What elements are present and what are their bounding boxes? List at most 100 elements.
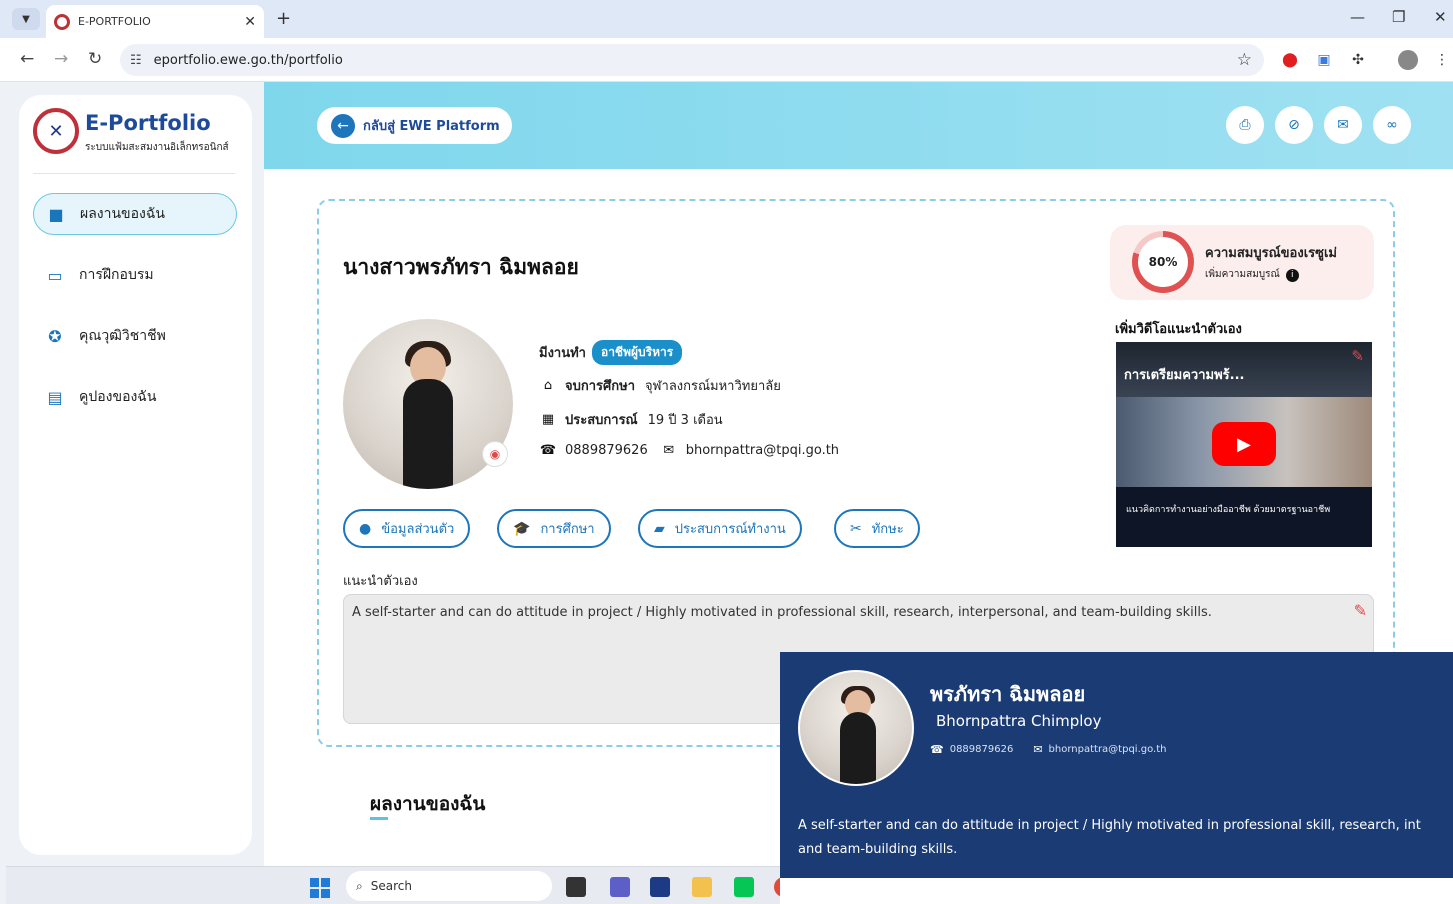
file-explorer-icon[interactable] bbox=[692, 877, 712, 897]
contact-row: ☎ 0889879626 ✉ bhornpattra@tpqi.go.th bbox=[539, 443, 839, 458]
email-value: bhornpattra@tpqi.go.th bbox=[685, 443, 840, 458]
sidebar-item-label: คุณวุฒิวิชาชีพ bbox=[79, 328, 166, 344]
tab-education[interactable]: 🎓 การศึกษา bbox=[497, 509, 611, 548]
experience-row: ▦ ประสบการณ์ 19 ปี 3 เดือน bbox=[539, 409, 723, 430]
sidebar-item-label: คูปองของฉัน bbox=[79, 389, 157, 405]
search-icon: ⌕ bbox=[356, 878, 363, 893]
taskbar-search[interactable]: ⌕ Search bbox=[346, 871, 552, 901]
building-icon: ▦ bbox=[541, 412, 555, 427]
arrow-left-icon: ← bbox=[331, 113, 355, 138]
tab-label: ข้อมูลส่วนตัว bbox=[381, 522, 455, 537]
opera-extension-icon[interactable]: ⬤ bbox=[1280, 50, 1300, 70]
school-icon: ⌂ bbox=[543, 378, 553, 393]
phone-icon: ☎ bbox=[930, 743, 944, 756]
video-caption: การเตรียมความพร้... bbox=[1124, 368, 1245, 383]
avatar-body bbox=[840, 712, 876, 784]
intro-label: แนะนำตัวเอง bbox=[343, 574, 418, 589]
header-band: ← กลับสู่ EWE Platform ⎙ ⊘ ✉ ∞ bbox=[264, 82, 1453, 169]
reload-icon[interactable]: ↻ bbox=[88, 49, 102, 69]
back-to-platform-button[interactable]: ← กลับสู่ EWE Platform bbox=[317, 107, 512, 144]
folder-icon: ■ bbox=[48, 204, 64, 224]
play-icon[interactable]: ▶ bbox=[1212, 422, 1276, 466]
eye-slash-icon[interactable]: ⊘ bbox=[1275, 106, 1313, 144]
restore-button[interactable]: ❐ bbox=[1392, 8, 1405, 26]
briefcase-icon: ▰ bbox=[654, 520, 665, 537]
info-icon[interactable]: i bbox=[1285, 269, 1299, 282]
preview-bio-line1: A self-starter and can do attitude in pr… bbox=[798, 818, 1421, 833]
profile-preview-card: พรภัทรา ฉิมพลอย Bhornpattra Chimploy ☎ 0… bbox=[780, 652, 1453, 878]
employment-label: มีงานทำ bbox=[539, 346, 586, 361]
minimize-button[interactable]: — bbox=[1350, 8, 1365, 26]
sidebar-divider bbox=[33, 173, 235, 174]
profile-avatar[interactable] bbox=[1398, 50, 1418, 70]
l-app-icon[interactable] bbox=[650, 877, 670, 897]
intro-video[interactable]: การเตรียมความพร้... ✎ ▶ แนวคิดการทำงานอย… bbox=[1116, 342, 1372, 547]
works-title-underline bbox=[370, 817, 388, 820]
preview-phone: 0889879626 bbox=[949, 744, 1014, 755]
browser-toolbar: ← → ↻ ☷ eportfolio.ewe.go.th/portfolio ☆… bbox=[0, 38, 1453, 82]
preview-name-thai: พรภัทรา ฉิมพลอย bbox=[930, 682, 1086, 706]
envelope-icon: ✉ bbox=[663, 443, 675, 458]
education-key: จบการศึกษา bbox=[565, 379, 636, 394]
phone-icon: ☎ bbox=[539, 443, 557, 458]
tools-icon: ✂ bbox=[850, 520, 862, 537]
translate-extension-icon[interactable]: ▣ bbox=[1314, 50, 1334, 70]
close-tab-icon[interactable]: ✕ bbox=[244, 14, 256, 30]
video-bottom bbox=[1116, 487, 1372, 547]
ticket-icon: ▤ bbox=[47, 387, 63, 407]
sidebar-item-qualification[interactable]: ✪ คุณวุฒิวิชาชีพ bbox=[33, 315, 237, 357]
edit-video-icon[interactable]: ✎ bbox=[1351, 347, 1364, 365]
windows-start-icon[interactable] bbox=[310, 878, 330, 898]
tab-label: การศึกษา bbox=[540, 522, 595, 537]
tab-work-experience[interactable]: ▰ ประสบการณ์ทำงาน bbox=[638, 509, 802, 548]
browser-tab[interactable]: E-PORTFOLIO ✕ bbox=[46, 5, 264, 38]
tab-search-dropdown[interactable]: ▼ bbox=[12, 8, 40, 30]
sidebar: ✕ E-Portfolio ระบบแฟ้มสะสมงานอิเล็กทรอนิ… bbox=[19, 95, 252, 855]
education-row: ⌂ จบการศึกษา จุฬาลงกรณ์มหาวิทยาลัย bbox=[539, 375, 781, 396]
address-bar[interactable]: ☷ eportfolio.ewe.go.th/portfolio ☆ bbox=[120, 44, 1264, 76]
preview-avatar bbox=[798, 670, 914, 786]
logo-subtitle: ระบบแฟ้มสะสมงานอิเล็กทรอนิกส์ bbox=[85, 142, 229, 153]
close-window-button[interactable]: ✕ bbox=[1434, 8, 1447, 26]
sidebar-item-label: การฝึกอบรม bbox=[79, 267, 154, 283]
sidebar-item-my-works[interactable]: ■ ผลงานของฉัน bbox=[33, 193, 237, 235]
sidebar-item-training[interactable]: ▭ การฝึกอบรม bbox=[33, 254, 237, 296]
preview-bio: A self-starter and can do attitude in pr… bbox=[798, 814, 1453, 862]
completeness-title: ความสมบูรณ์ของเรซูเม่ bbox=[1205, 246, 1337, 261]
preview-bio-line2: and team-building skills. bbox=[798, 842, 958, 857]
award-icon: ✪ bbox=[48, 326, 62, 346]
browser-menu-icon[interactable]: ⋮ bbox=[1432, 50, 1452, 70]
line-app-icon[interactable] bbox=[734, 877, 754, 897]
graduation-cap-icon: 🎓 bbox=[513, 520, 531, 537]
tab-skills[interactable]: ✂ ทักษะ bbox=[834, 509, 920, 548]
tab-title: E-PORTFOLIO bbox=[78, 15, 151, 28]
url-text[interactable]: eportfolio.ewe.go.th/portfolio bbox=[154, 53, 1237, 68]
browser-tab-bar: ▼ E-PORTFOLIO ✕ + — ❐ ✕ bbox=[0, 0, 1453, 38]
tab-label: ทักษะ bbox=[871, 522, 904, 537]
tab-personal-info[interactable]: ● ข้อมูลส่วนตัว bbox=[343, 509, 471, 548]
camera-icon[interactable]: ◉ bbox=[482, 441, 508, 467]
employment-row: มีงานทำ อาชีพผู้บริหาร bbox=[539, 340, 683, 365]
bookmark-star-icon[interactable]: ☆ bbox=[1237, 50, 1252, 70]
new-tab-button[interactable]: + bbox=[276, 8, 291, 29]
teams-icon[interactable] bbox=[610, 877, 630, 897]
sidebar-item-label: ผลงานของฉัน bbox=[80, 206, 165, 222]
site-settings-icon[interactable]: ☷ bbox=[130, 53, 142, 68]
resume-completeness[interactable]: 80% ความสมบูรณ์ของเรซูเม่ เพิ่มความสมบูร… bbox=[1110, 225, 1374, 300]
task-view-icon[interactable] bbox=[566, 877, 586, 897]
envelope-icon[interactable]: ✉ bbox=[1324, 106, 1362, 144]
edit-intro-icon[interactable]: ✎ bbox=[1354, 601, 1367, 620]
completeness-subtitle-text: เพิ่มความสมบูรณ์ bbox=[1205, 269, 1280, 280]
extensions-icon[interactable]: ✣ bbox=[1348, 50, 1368, 70]
completeness-ring: 80% bbox=[1132, 231, 1194, 293]
sidebar-item-coupons[interactable]: ▤ คูปองของฉัน bbox=[33, 376, 237, 418]
print-icon[interactable]: ⎙ bbox=[1226, 106, 1264, 144]
works-section-title: ผลงานของฉัน bbox=[370, 793, 486, 815]
tab-favicon-icon bbox=[54, 13, 70, 30]
education-value: จุฬาลงกรณ์มหาวิทยาลัย bbox=[645, 379, 781, 394]
video-strip-text: แนวคิดการทำงานอย่างมืออาชีพ ด้วยมาตรฐานอ… bbox=[1126, 505, 1331, 515]
back-icon[interactable]: ← bbox=[20, 49, 34, 69]
forward-icon[interactable]: → bbox=[54, 49, 68, 69]
link-icon[interactable]: ∞ bbox=[1373, 106, 1411, 144]
back-button-label: กลับสู่ EWE Platform bbox=[363, 119, 500, 134]
